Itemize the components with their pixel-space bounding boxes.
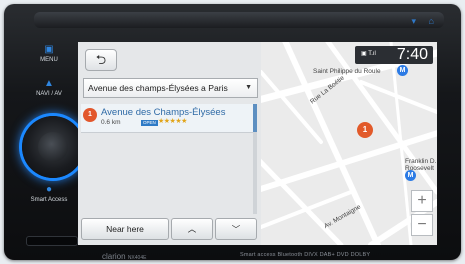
disc-slot — [26, 236, 78, 246]
map-view[interactable]: ▣ T.ıl 7:40 Saint Philippe du Roule Rue … — [261, 42, 437, 245]
top-bezel — [34, 12, 444, 28]
chevron-down-icon: ▼ — [245, 84, 252, 91]
smart-access-button[interactable]: ● Smart Access — [26, 184, 72, 210]
chevron-up-icon: ︿ — [187, 224, 197, 234]
list-bottom-bar: Near here ︿ ﹀ — [81, 218, 258, 240]
result-pin-icon: 1 — [83, 108, 97, 122]
metro-icon: M — [405, 170, 416, 181]
touch-screen: ⮌ Avenue des champs-Élysées a Paris ▼ 1 … — [78, 42, 437, 245]
menu-button[interactable]: ▣ MENU — [26, 44, 72, 70]
list-scrollbar[interactable] — [253, 104, 257, 214]
navi-av-button[interactable]: ▲ NAVI / AV — [26, 78, 72, 104]
menu-icon: ▣ — [44, 44, 54, 55]
result-rating-stars: ★★★★★ — [158, 118, 187, 125]
zoom-out-button[interactable]: − — [411, 214, 433, 236]
signal-icon: ▣ T.ıl — [361, 51, 376, 57]
navi-icon: ▲ — [44, 78, 54, 89]
brand-logo: clarion NX404E — [102, 252, 147, 261]
scrollbar-thumb[interactable] — [253, 104, 257, 132]
map-label-church: Saint Philippe du Roule — [313, 68, 381, 75]
scroll-down-button[interactable]: ﹀ — [215, 218, 257, 240]
search-panel: ⮌ Avenue des champs-Élysées a Paris ▼ 1 … — [78, 42, 261, 245]
feature-logos: Smart access Bluetooth DIVX DAB+ DVD DOL… — [240, 252, 371, 258]
scroll-up-button[interactable]: ︿ — [171, 218, 213, 240]
result-distance: 0.6 km — [101, 119, 121, 126]
top-indicator-icons: ▾ ⌂ — [411, 16, 439, 26]
status-bar: ▣ T.ıl 7:40 — [355, 46, 433, 64]
destination-pin-icon[interactable]: 1 — [357, 122, 373, 138]
volume-knob[interactable] — [22, 116, 84, 178]
back-arrow-icon: ⮌ — [95, 52, 107, 67]
back-button[interactable]: ⮌ — [85, 49, 117, 71]
search-query-dropdown[interactable]: Avenue des champs-Élysées a Paris ▼ — [83, 78, 258, 98]
chevron-down-icon: ﹀ — [231, 224, 241, 234]
near-here-button[interactable]: Near here — [81, 218, 169, 240]
hardware-button-panel: ▣ MENU ▲ NAVI / AV ● Smart Access — [18, 30, 84, 258]
search-query-text: Avenue des champs-Élysées a Paris — [88, 83, 228, 93]
result-badge: OPEN — [141, 120, 158, 126]
metro-icon: M — [397, 65, 408, 76]
list-item[interactable]: 1 Avenue des Champs-Élysées 0.6 km OPEN … — [81, 104, 256, 133]
microphone-icon: ● — [45, 184, 53, 195]
clock: 7:40 — [396, 46, 428, 63]
zoom-in-button[interactable]: + — [411, 190, 433, 212]
